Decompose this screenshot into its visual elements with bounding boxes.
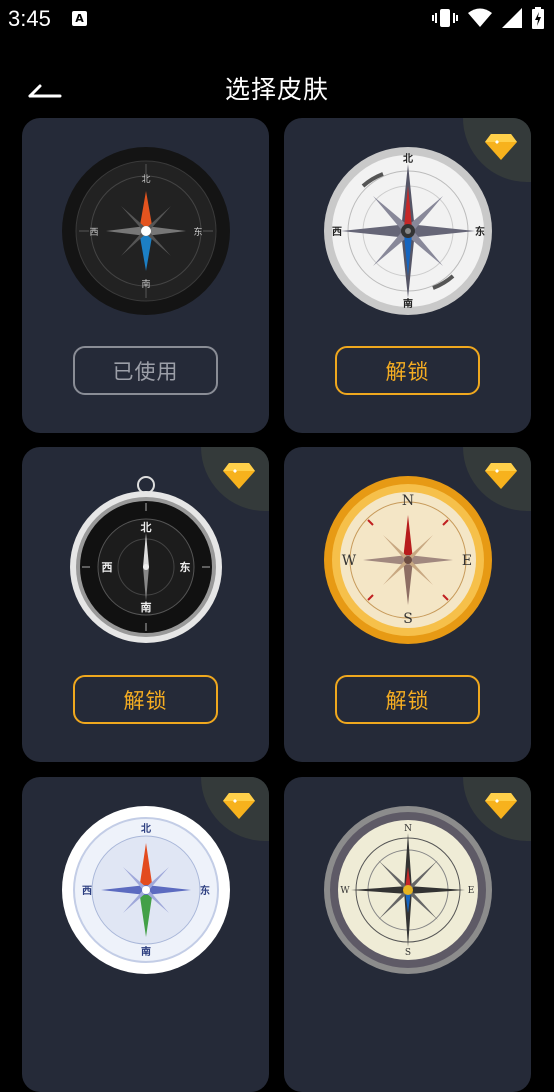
compass-dark-preview: 北 东 南 西 xyxy=(62,147,230,315)
page-title: 选择皮肤 xyxy=(224,75,329,104)
compass-pocket-preview: 北 东 南 西 xyxy=(70,476,222,643)
skin-card-white[interactable]: 北 东 南 西 xyxy=(22,777,269,1092)
compass-white-preview: 北 东 南 西 xyxy=(62,806,230,974)
skin-card-pocket[interactable]: 北 东 南 西 解锁 xyxy=(22,447,269,762)
mark-w: W xyxy=(342,553,357,569)
wifi-icon xyxy=(468,8,492,27)
compass-gold-preview: N E S W xyxy=(324,476,492,644)
mark-s: 南 xyxy=(141,278,150,290)
compass-silver-preview: 北 东 南 西 xyxy=(324,147,492,315)
skin-card-dark[interactable]: 北 东 南 西 已使用 xyxy=(22,118,269,433)
mark-e: E xyxy=(462,553,472,569)
mark-n: 北 xyxy=(141,520,152,534)
battery-icon xyxy=(532,7,544,29)
used-button[interactable]: 已使用 xyxy=(73,346,218,395)
app-header: 选择皮肤 xyxy=(0,58,554,114)
mark-n: 北 xyxy=(141,174,150,185)
status-time: 3:45 xyxy=(8,6,51,31)
mark-e: 东 xyxy=(200,884,210,897)
mark-s: 南 xyxy=(141,945,151,958)
notification-a-icon: A xyxy=(72,11,87,26)
mark-s: 南 xyxy=(403,297,413,310)
compass-vintage-preview: N E S W xyxy=(324,806,492,974)
skin-card-silver[interactable]: 北 东 南 西 解锁 xyxy=(284,118,531,433)
mark-e: 东 xyxy=(193,226,202,238)
mark-n: 北 xyxy=(141,822,151,835)
skin-card-gold[interactable]: N E S W 解锁 xyxy=(284,447,531,762)
mark-s: S xyxy=(405,948,411,958)
mark-e: 东 xyxy=(475,225,485,238)
skin-card-vintage[interactable]: N E S W xyxy=(284,777,531,1092)
mark-e: 东 xyxy=(180,560,191,574)
mark-w: 西 xyxy=(82,885,92,897)
unlock-button[interactable]: 解锁 xyxy=(335,346,480,395)
unlock-button[interactable]: 解锁 xyxy=(73,675,218,724)
status-icons xyxy=(432,7,544,29)
mark-s: 南 xyxy=(141,600,152,614)
mark-e: E xyxy=(468,886,475,896)
unlock-button[interactable]: 解锁 xyxy=(335,675,480,724)
mark-n: N xyxy=(402,493,414,509)
mark-n: N xyxy=(404,824,412,834)
mark-s: S xyxy=(403,611,413,627)
mark-w: W xyxy=(340,886,350,896)
mark-w: 西 xyxy=(332,226,342,238)
mark-n: 北 xyxy=(403,152,413,165)
mark-w: 西 xyxy=(89,227,98,238)
signal-icon xyxy=(502,8,522,28)
vibrate-icon xyxy=(432,9,458,27)
status-bar: 3:45 A xyxy=(0,0,554,38)
mark-w: 西 xyxy=(102,561,113,574)
